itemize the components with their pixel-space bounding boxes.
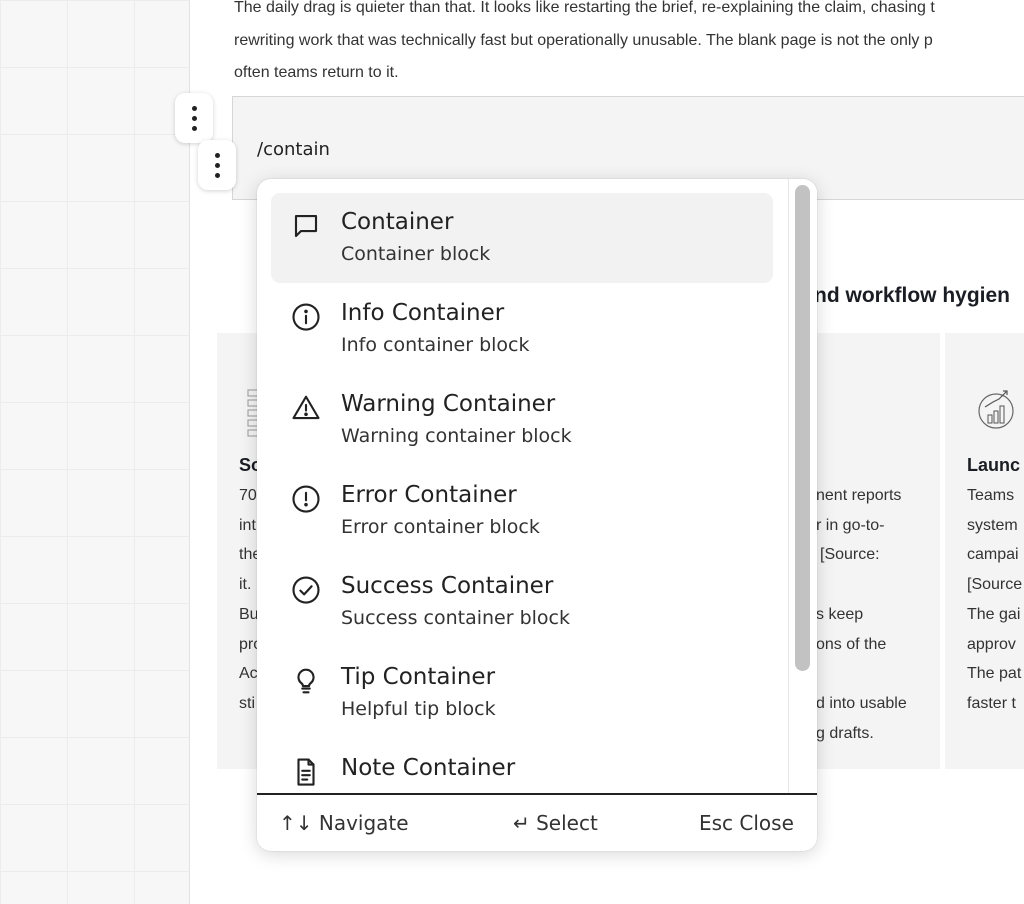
menu-item-error-container[interactable]: Error Container Error container block [271, 466, 773, 556]
menu-scrollbar[interactable] [788, 179, 817, 793]
paragraph-line: The daily drag is quieter than that. It … [234, 0, 935, 16]
card-line: [Source [967, 576, 1023, 593]
menu-item-title: Tip Container [341, 664, 496, 690]
navigate-hint: ↑↓ Navigate [279, 811, 409, 835]
paragraph-line: often teams return to it. [234, 64, 399, 81]
close-hint: Esc Close [699, 811, 794, 835]
section-heading: nd workflow hygien [814, 284, 1011, 307]
card-line: 70 [239, 487, 257, 504]
info-icon [292, 303, 320, 331]
lightbulb-icon [297, 668, 315, 694]
card-line: s keep [816, 606, 864, 623]
card-line: Teams [967, 487, 1015, 504]
card-line: campai [967, 546, 1019, 563]
menu-item-subtitle: Container block [341, 243, 491, 265]
message-square-icon [294, 214, 318, 238]
menu-item-title: Info Container [341, 300, 505, 326]
feature-card: Launc Teams system campai [Source The ga… [945, 333, 1024, 769]
select-hint: ↵ Select [513, 811, 598, 835]
menu-list: Container Container block Info Container… [257, 179, 787, 793]
paragraph: The daily drag is quieter than that. It … [234, 0, 1024, 90]
card-line: system [967, 517, 1018, 534]
card-line: Bu [239, 606, 259, 623]
scrollbar-thumb[interactable] [795, 185, 810, 671]
block-drag-handle[interactable] [175, 93, 213, 143]
slash-command-text[interactable]: /contain [257, 139, 330, 160]
menu-item-subtitle: Warning container block [341, 425, 572, 447]
menu-item-container[interactable]: Container Container block [271, 193, 773, 283]
menu-item-warning-container[interactable]: Warning Container Warning container bloc… [271, 375, 773, 465]
card-line: approv [967, 636, 1016, 653]
card-line: Ac [239, 665, 258, 682]
menu-item-subtitle: Helpful tip block [341, 698, 496, 720]
slash-command-menu: Container Container block Info Container… [257, 179, 817, 851]
card-title: Launc [967, 455, 1021, 475]
menu-footer: ↑↓ Navigate ↵ Select Esc Close [257, 793, 817, 851]
file-text-icon [297, 758, 315, 786]
card-line: int [239, 517, 256, 534]
menu-item-title: Success Container [341, 573, 554, 599]
card-line: The gai [967, 606, 1021, 623]
check-circle-icon [292, 576, 320, 604]
card-line: The pat [967, 665, 1022, 682]
card-line: ons of the [816, 636, 887, 653]
menu-item-title: Warning Container [341, 391, 556, 417]
growth-chart-icon [978, 390, 1014, 429]
menu-item-tip-container[interactable]: Tip Container Helpful tip block [271, 648, 773, 738]
menu-item-subtitle: Info container block [341, 334, 530, 356]
feature-card: nent reports r in go-to- [Source: s keep… [814, 333, 940, 769]
menu-item-subtitle: Success container block [341, 607, 571, 629]
card-line: g drafts. [816, 725, 874, 742]
card-line: r in go-to- [816, 517, 885, 534]
menu-item-note-container[interactable]: Note Container [271, 739, 773, 793]
card-line: faster t [967, 695, 1016, 712]
feature-card: So 70 int the it. Bu pro Ac sti [217, 333, 262, 769]
menu-item-subtitle: Error container block [341, 516, 540, 538]
block-drag-handle[interactable] [198, 140, 236, 190]
card-line: d into usable [816, 695, 907, 712]
card-line: nent reports [816, 487, 902, 504]
warning-triangle-icon [292, 395, 320, 420]
card-line: it. [239, 576, 252, 593]
menu-item-title: Error Container [341, 482, 517, 508]
error-circle-icon [292, 485, 320, 513]
card-line: sti [239, 695, 255, 712]
menu-item-info-container[interactable]: Info Container Info container block [271, 284, 773, 374]
menu-item-title: Container [341, 209, 454, 235]
paragraph-line: rewriting work that was technically fast… [234, 31, 933, 49]
menu-item-success-container[interactable]: Success Container Success container bloc… [271, 557, 773, 647]
card-line: [Source: [820, 546, 880, 563]
menu-item-title: Note Container [341, 755, 516, 781]
